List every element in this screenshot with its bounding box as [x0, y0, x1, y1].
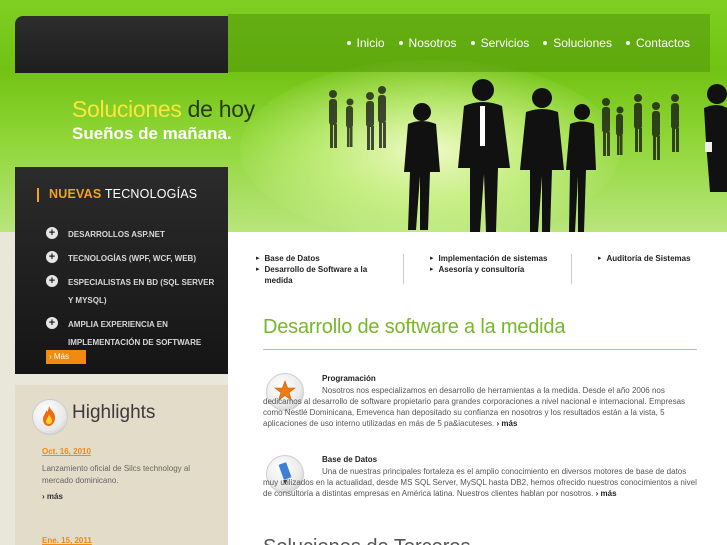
- nav-label: Contactos: [635, 36, 690, 50]
- arrow-right-icon: ▸: [256, 266, 260, 273]
- nav-item-inicio[interactable]: Inicio: [346, 36, 385, 50]
- list-item[interactable]: + AMPLIA EXPERIENCIA EN IMPLEMENTACIÓN DE…: [46, 316, 221, 352]
- bullet-icon: [470, 41, 475, 45]
- nav-label: Inicio: [356, 36, 385, 50]
- service-title: Programación: [322, 374, 376, 383]
- service-description: Una de nuestras principales fortaleza es…: [263, 466, 697, 499]
- submenu-column-1: ▸ Base de Datos ▸ Desarrollo de Software a…: [256, 253, 396, 286]
- arrow-right-icon: ▸: [430, 266, 434, 273]
- list-item[interactable]: + DESARROLLOS ASP.NET: [46, 226, 221, 244]
- logo-area: [15, 16, 228, 73]
- service-description-text: Nosotros nos especializamos en desarroll…: [263, 386, 686, 428]
- divider: [403, 254, 404, 284]
- list-item[interactable]: + ESPECIALISTAS EN BD (SQL SERVER Y MYSQL…: [46, 274, 221, 310]
- list-item-label: ESPECIALISTAS EN BD (SQL SERVER Y MYSQL): [68, 278, 215, 305]
- arrow-right-icon: ▸: [598, 255, 602, 262]
- nav-label: Soluciones: [553, 36, 612, 50]
- plus-icon: +: [46, 251, 58, 263]
- nav-item-servicios[interactable]: Servicios: [470, 36, 530, 50]
- plus-icon: +: [46, 227, 58, 239]
- technologies-list: + DESARROLLOS ASP.NET + TECNOLOGÍAS (WPF, …: [46, 226, 221, 358]
- submenu-label: Implementación de sistemas: [438, 254, 548, 263]
- news-date-link[interactable]: Oct. 16, 2010: [42, 447, 91, 456]
- submenu-column-3: ▸ Auditoría de Sistemas: [598, 253, 718, 264]
- news-summary: Lanzamiento oficial de Silcs technology …: [42, 464, 191, 485]
- technologies-title: NUEVAS TECNOLOGÍAS: [37, 187, 197, 202]
- submenu-label: Asesoría y consultoría: [438, 265, 525, 274]
- hero-tagline-line2: Sueños de mañana.: [72, 124, 232, 143]
- bullet-icon: [346, 41, 351, 45]
- plus-icon: +: [46, 317, 58, 329]
- highlights-title: Highlights: [72, 402, 156, 423]
- news-more-link[interactable]: › más: [42, 492, 63, 501]
- arrow-right-icon: ▸: [256, 255, 260, 262]
- submenu-column-2: ▸ Implementación de sistemas ▸ Asesoría y …: [430, 253, 550, 275]
- service-more-link[interactable]: › más: [596, 489, 617, 498]
- accent-bar: [37, 187, 39, 202]
- nav-item-soluciones[interactable]: Soluciones: [543, 36, 612, 50]
- service-more-link[interactable]: › más: [497, 419, 518, 428]
- business-people-illustration: [329, 79, 727, 232]
- list-item-label: TECNOLOGÍAS (WPF, WCF, WEB): [68, 254, 196, 263]
- submenu-label: Desarrollo de Software a la medida: [264, 265, 368, 285]
- submenu-item-implementacion[interactable]: ▸ Implementación de sistemas: [430, 253, 550, 264]
- submenu-item-auditoria[interactable]: ▸ Auditoría de Sistemas: [598, 253, 718, 264]
- submenu-item-desarrollo[interactable]: ▸ Desarrollo de Software a la medida: [256, 264, 396, 286]
- technologies-title-rest: TECNOLOGÍAS: [104, 187, 198, 201]
- news-date-link[interactable]: Ene. 15, 2011: [42, 536, 92, 545]
- service-description: Nosotros nos especializamos en desarroll…: [263, 385, 697, 429]
- hero-tagline-line1: Soluciones de hoy: [72, 96, 255, 123]
- technologies-title-highlight: NUEVAS: [49, 187, 102, 201]
- fire-icon: [43, 406, 56, 426]
- nav-item-nosotros[interactable]: Nosotros: [398, 36, 457, 50]
- plus-icon: +: [46, 275, 58, 287]
- arrow-right-icon: ▸: [430, 255, 434, 262]
- submenu-label: Auditoría de Sistemas: [606, 254, 691, 263]
- title-underline: [263, 349, 697, 350]
- service-title: Base de Datos: [322, 455, 378, 464]
- submenu-item-asesoria[interactable]: ▸ Asesoría y consultoría: [430, 264, 550, 275]
- bullet-icon: [543, 41, 548, 45]
- bullet-icon: [398, 41, 403, 45]
- list-item-label: DESARROLLOS ASP.NET: [68, 230, 165, 239]
- submenu-label: Base de Datos: [264, 254, 320, 263]
- nav-label: Servicios: [480, 36, 530, 50]
- nav-label: Nosotros: [408, 36, 457, 50]
- list-item[interactable]: + TECNOLOGÍAS (WPF, WCF, WEB): [46, 250, 221, 268]
- page: Inicio Nosotros Servicios Soluciones Con…: [0, 0, 727, 545]
- nav-items: Inicio Nosotros Servicios Soluciones Con…: [346, 36, 690, 50]
- page-title: Desarrollo de software a la medida: [263, 316, 566, 338]
- bullet-icon: [625, 41, 630, 45]
- nav-item-contactos[interactable]: Contactos: [625, 36, 690, 50]
- section-title: Soluciones de Terceros: [263, 536, 471, 545]
- top-navigation: Inicio Nosotros Servicios Soluciones Con…: [228, 14, 710, 72]
- submenu-item-base-de-datos[interactable]: ▸ Base de Datos: [256, 253, 396, 264]
- hero-tagline-highlight: Soluciones: [72, 96, 182, 122]
- more-button[interactable]: › Más: [46, 350, 86, 364]
- list-item-label: AMPLIA EXPERIENCIA EN IMPLEMENTACIÓN DE …: [68, 320, 202, 347]
- service-description-text: Una de nuestras principales fortaleza es…: [263, 467, 697, 498]
- divider: [571, 254, 572, 284]
- hero-tagline-rest: de hoy: [187, 96, 256, 122]
